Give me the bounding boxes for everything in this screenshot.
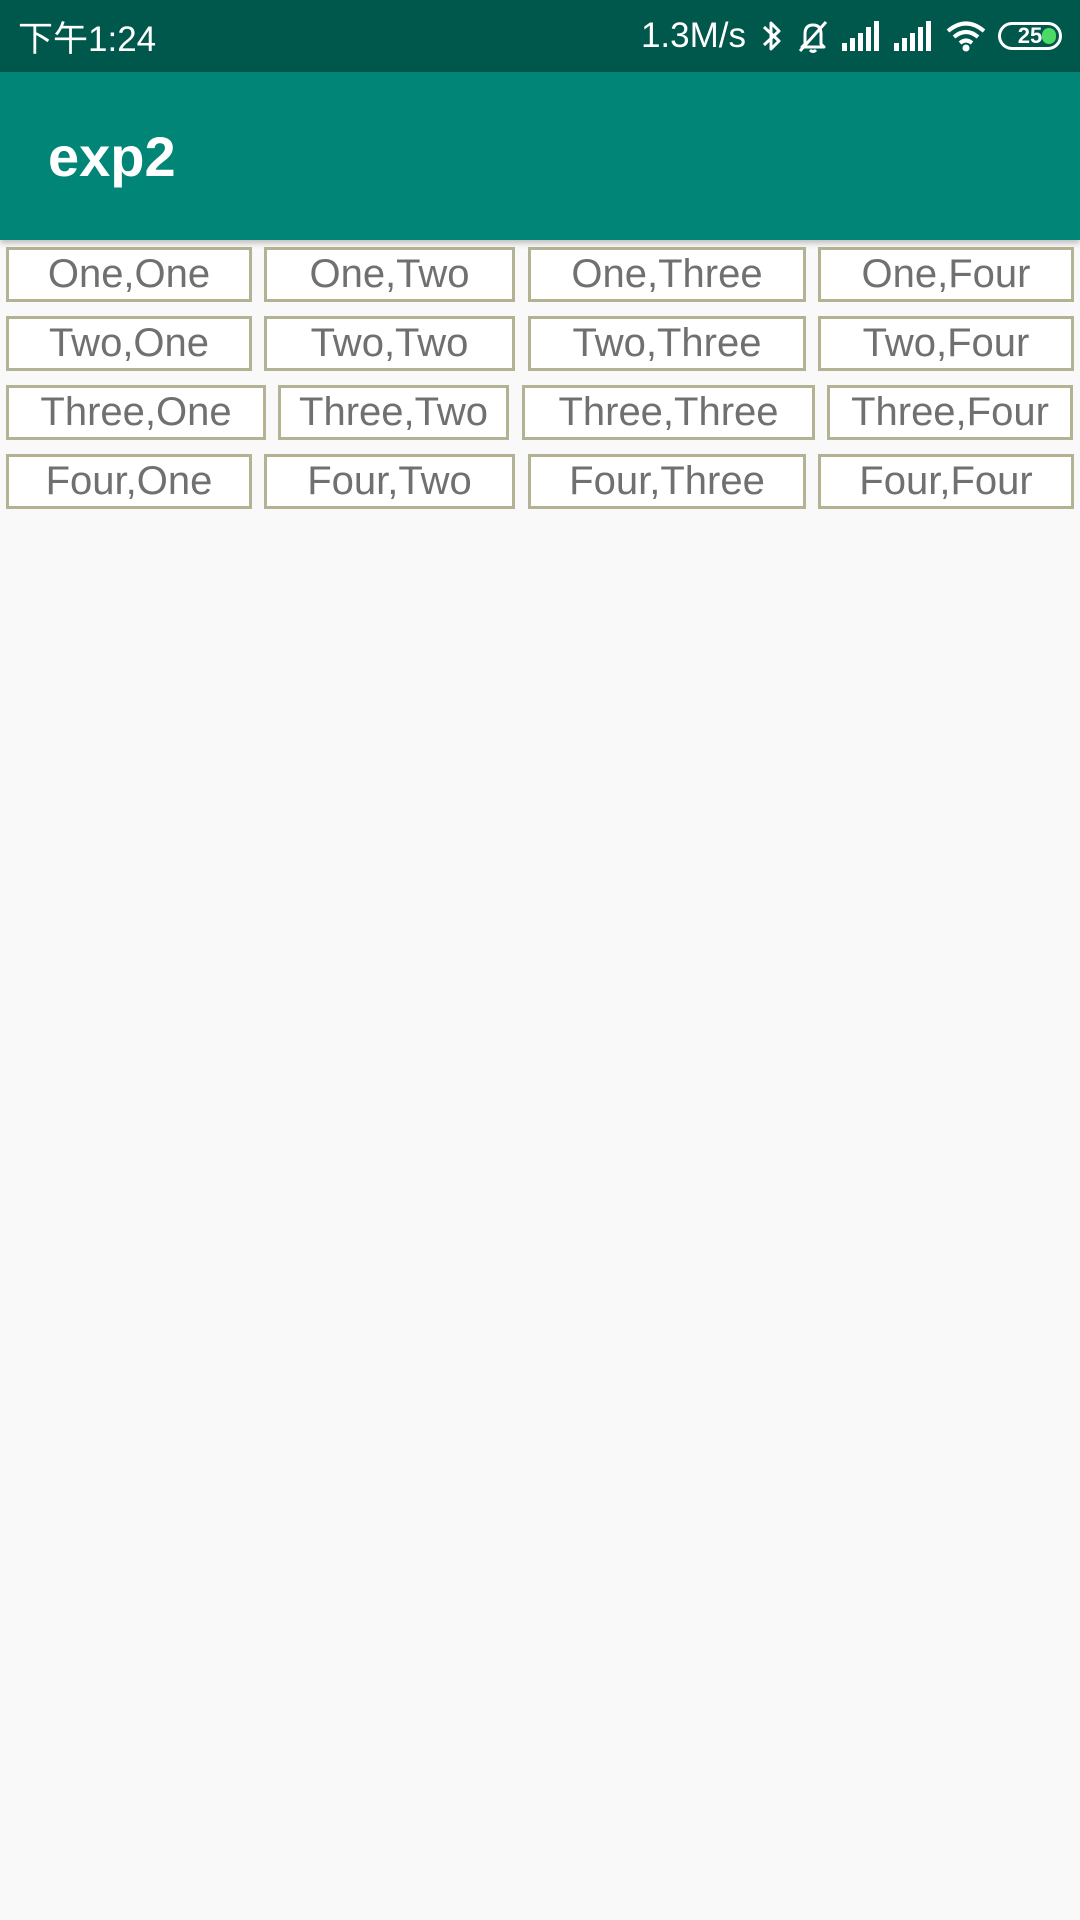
battery-level: 25: [1017, 23, 1043, 48]
cell-button-one-two[interactable]: One,Two: [264, 247, 515, 302]
grid-row-4: Four,One Four,Two Four,Three Four,Four: [0, 452, 1080, 521]
status-bar: 下午1:24 1.3M/s 25: [0, 0, 1080, 72]
signal-icon: [842, 21, 879, 51]
battery-fill: [1042, 28, 1056, 44]
cell-button-one-one[interactable]: One,One: [6, 247, 252, 302]
bluetooth-icon: [762, 21, 781, 51]
cell-button-three-four[interactable]: Three,Four: [827, 385, 1073, 440]
wifi-icon: [946, 21, 986, 52]
status-icons: 1.3M/s 25: [641, 16, 1062, 56]
grid-row-2: Two,One Two,Two Two,Three Two,Four: [0, 314, 1080, 383]
cell-button-four-one[interactable]: Four,One: [6, 454, 252, 509]
cell-button-two-one[interactable]: Two,One: [6, 316, 252, 371]
bell-off-icon: [798, 20, 828, 53]
battery-icon: 25: [998, 22, 1062, 50]
cell-button-two-three[interactable]: Two,Three: [528, 316, 806, 371]
app-bar: exp2: [0, 72, 1080, 240]
grid-row-3: Three,One Three,Two Three,Three Three,Fo…: [0, 383, 1080, 452]
status-time: 下午1:24: [18, 19, 157, 59]
cell-button-three-three[interactable]: Three,Three: [522, 385, 815, 440]
cell-button-four-two[interactable]: Four,Two: [264, 454, 515, 509]
app-title: exp2: [48, 124, 176, 188]
cell-button-two-two[interactable]: Two,Two: [264, 316, 515, 371]
grid-row-1: One,One One,Two One,Three One,Four: [0, 245, 1080, 314]
signal-icon: [894, 21, 931, 51]
cell-button-four-four[interactable]: Four,Four: [818, 454, 1074, 509]
button-grid: One,One One,Two One,Three One,Four Two,O…: [0, 245, 1080, 521]
network-speed: 1.3M/s: [640, 16, 746, 55]
cell-button-three-two[interactable]: Three,Two: [278, 385, 509, 440]
cell-button-one-four[interactable]: One,Four: [818, 247, 1074, 302]
cell-button-three-one[interactable]: Three,One: [6, 385, 266, 440]
cell-button-four-three[interactable]: Four,Three: [528, 454, 806, 509]
cell-button-two-four[interactable]: Two,Four: [818, 316, 1074, 371]
cell-button-one-three[interactable]: One,Three: [528, 247, 806, 302]
